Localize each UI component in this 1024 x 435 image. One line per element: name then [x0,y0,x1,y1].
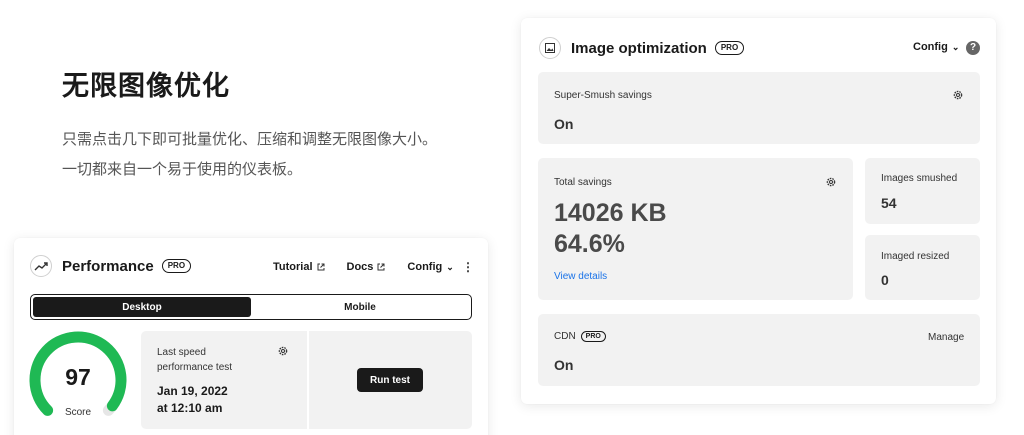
hero-line-1: 只需点击几下即可批量优化、压缩和调整无限图像大小。 [62,131,438,148]
gear-icon[interactable] [952,89,964,101]
pro-badge: PRO [161,259,192,273]
last-test-label: Last speed performance test [157,347,233,373]
images-resized-value: 0 [881,272,889,288]
images-resized-panel: Imaged resized 0 [865,235,980,300]
images-smushed-label: Images smushed [881,173,958,184]
total-savings-panel: Total savings 14026 KB 64.6% View detail… [538,158,853,300]
performance-card: Performance PRO Tutorial Docs Config ⌄ ⋮… [14,238,488,435]
total-savings-size: 14026 KB [554,199,667,227]
super-smush-value: On [554,116,574,132]
score-gauge: 97 Score [28,330,130,430]
gear-icon[interactable] [277,345,289,357]
pro-badge: PRO [580,331,606,342]
total-savings-label: Total savings [554,177,612,188]
tutorial-label: Tutorial [273,261,313,273]
help-icon[interactable]: ? [966,41,980,55]
cdn-value: On [554,357,574,373]
external-link-icon [377,263,385,271]
speed-test-panel: Last speed performance test Jan 19, 2022… [141,331,472,429]
test-datetime: Jan 19, 2022 at 12:10 am [157,383,228,417]
config-dropdown[interactable]: Config ⌄ [407,261,453,273]
image-optimization-card: Image optimization PRO Config ⌄ ? Super-… [521,18,996,404]
cdn-panel: CDN PRO Manage On [538,314,980,386]
device-toggle: Desktop Mobile [30,294,472,320]
score-value: 97 [65,364,91,390]
performance-title: Performance [62,257,154,275]
pro-badge: PRO [714,41,745,55]
images-smushed-panel: Images smushed 54 [865,158,980,224]
external-link-icon [317,263,325,271]
hero-line-2: 一切都来自一个易于使用的仪表板。 [62,161,303,178]
score-label: Score [64,407,92,418]
hero-section: 无限图像优化 只需点击几下即可批量优化、压缩和调整无限图像大小。 一切都来自一个… [62,64,437,185]
cdn-label: CDN [554,331,576,342]
performance-header: Performance PRO [30,255,192,277]
test-time: at 12:10 am [157,401,223,415]
trend-up-icon [30,255,52,277]
view-details-link[interactable]: View details [554,271,607,282]
docs-link[interactable]: Docs [347,261,386,273]
run-test-button[interactable]: Run test [357,368,423,392]
image-optimization-title: Image optimization [571,39,707,57]
hero-title: 无限图像优化 [62,71,230,101]
image-icon [539,37,561,59]
hero-description: 只需点击几下即可批量优化、压缩和调整无限图像大小。 一切都来自一个易于使用的仪表… [62,125,437,185]
total-savings-percent: 64.6% [554,230,625,258]
images-smushed-value: 54 [881,195,897,211]
tab-mobile[interactable]: Mobile [251,297,469,317]
image-optimization-header: Image optimization PRO [539,37,745,59]
chevron-down-icon: ⌄ [951,41,960,52]
gear-icon[interactable] [825,176,837,188]
test-date: Jan 19, 2022 [157,384,228,398]
super-smush-label: Super-Smush savings [554,90,652,101]
docs-label: Docs [346,261,374,273]
images-resized-label: Imaged resized [881,251,950,262]
config-label: Config [913,41,948,53]
super-smush-panel: Super-Smush savings On [538,72,980,144]
config-label: Config [407,261,443,273]
config-dropdown[interactable]: Config ⌄ [913,41,959,53]
kebab-menu-icon[interactable]: ⋮ [462,261,474,273]
panel-divider [307,331,309,429]
manage-link[interactable]: Manage [928,332,964,343]
cdn-header: CDN PRO [554,331,606,342]
tutorial-link[interactable]: Tutorial [273,261,325,273]
tab-desktop[interactable]: Desktop [33,297,251,317]
performance-nav: Tutorial Docs Config ⌄ [273,261,476,273]
chevron-down-icon: ⌄ [446,261,454,272]
